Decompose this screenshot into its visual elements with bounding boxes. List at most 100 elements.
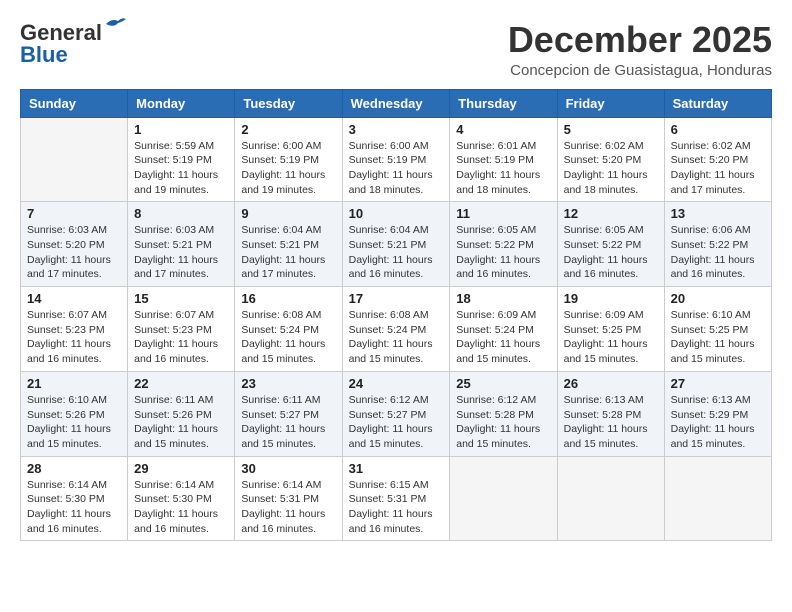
header-thursday: Thursday <box>450 89 557 117</box>
calendar-cell: 29 Sunrise: 6:14 AMSunset: 5:30 PMDayligh… <box>128 456 235 541</box>
day-info: Sunrise: 6:13 AMSunset: 5:29 PMDaylight:… <box>671 393 765 452</box>
day-number: 15 <box>134 291 228 306</box>
calendar-week-row-5: 28 Sunrise: 6:14 AMSunset: 5:30 PMDayligh… <box>21 456 772 541</box>
day-number: 4 <box>456 122 550 137</box>
calendar-cell: 8 Sunrise: 6:03 AMSunset: 5:21 PMDaylight… <box>128 202 235 287</box>
day-info: Sunrise: 6:13 AMSunset: 5:28 PMDaylight:… <box>564 393 658 452</box>
calendar-cell: 17Sunrise: 6:08 AMSunset: 5:24 PMDayligh… <box>342 287 450 372</box>
day-number: 7 <box>27 206 121 221</box>
calendar-cell: 28 Sunrise: 6:14 AMSunset: 5:30 PMDayligh… <box>21 456 128 541</box>
calendar-cell: 31 Sunrise: 6:15 AMSunset: 5:31 PMDayligh… <box>342 456 450 541</box>
day-number: 26 <box>564 376 658 391</box>
day-number: 14 <box>27 291 121 306</box>
day-info: Sunrise: 6:08 AMSunset: 5:24 PMDaylight:… <box>349 308 444 367</box>
day-number: 3 <box>349 122 444 137</box>
calendar-cell: 23 Sunrise: 6:11 AMSunset: 5:27 PMDayligh… <box>235 371 342 456</box>
day-info: Sunrise: 6:04 AMSunset: 5:21 PMDaylight:… <box>241 223 335 282</box>
day-number: 8 <box>134 206 228 221</box>
calendar-cell: 20 Sunrise: 6:10 AMSunset: 5:25 PMDayligh… <box>664 287 771 372</box>
header-friday: Friday <box>557 89 664 117</box>
calendar-cell: 24 Sunrise: 6:12 AMSunset: 5:27 PMDayligh… <box>342 371 450 456</box>
calendar-week-row-1: 1 Sunrise: 5:59 AMSunset: 5:19 PMDaylight… <box>21 117 772 202</box>
day-number: 29 <box>134 461 228 476</box>
day-info: Sunrise: 5:59 AMSunset: 5:19 PMDaylight:… <box>134 139 228 198</box>
day-number: 1 <box>134 122 228 137</box>
logo: General Blue <box>20 20 102 68</box>
day-info: Sunrise: 6:05 AMSunset: 5:22 PMDaylight:… <box>456 223 550 282</box>
day-info: Sunrise: 6:14 AMSunset: 5:30 PMDaylight:… <box>27 478 121 537</box>
day-info: Sunrise: 6:07 AMSunset: 5:23 PMDaylight:… <box>134 308 228 367</box>
calendar-cell: 14 Sunrise: 6:07 AMSunset: 5:23 PMDayligh… <box>21 287 128 372</box>
calendar-cell: 7 Sunrise: 6:03 AMSunset: 5:20 PMDaylight… <box>21 202 128 287</box>
location: Concepcion de Guasistagua, Honduras <box>508 62 772 79</box>
day-info: Sunrise: 6:09 AMSunset: 5:24 PMDaylight:… <box>456 308 550 367</box>
day-info: Sunrise: 6:02 AMSunset: 5:20 PMDaylight:… <box>671 139 765 198</box>
day-info: Sunrise: 6:06 AMSunset: 5:22 PMDaylight:… <box>671 223 765 282</box>
day-info: Sunrise: 6:03 AMSunset: 5:20 PMDaylight:… <box>27 223 121 282</box>
day-info: Sunrise: 6:15 AMSunset: 5:31 PMDaylight:… <box>349 478 444 537</box>
day-number: 12 <box>564 206 658 221</box>
day-info: Sunrise: 6:03 AMSunset: 5:21 PMDaylight:… <box>134 223 228 282</box>
day-number: 22 <box>134 376 228 391</box>
calendar-cell <box>450 456 557 541</box>
day-number: 2 <box>241 122 335 137</box>
calendar-cell: 21Sunrise: 6:10 AMSunset: 5:26 PMDayligh… <box>21 371 128 456</box>
day-number: 31 <box>349 461 444 476</box>
day-number: 21 <box>27 376 121 391</box>
calendar-cell: 25Sunrise: 6:12 AMSunset: 5:28 PMDayligh… <box>450 371 557 456</box>
day-info: Sunrise: 6:11 AMSunset: 5:26 PMDaylight:… <box>134 393 228 452</box>
calendar-cell: 3 Sunrise: 6:00 AMSunset: 5:19 PMDaylight… <box>342 117 450 202</box>
calendar-cell <box>557 456 664 541</box>
day-number: 20 <box>671 291 765 306</box>
day-info: Sunrise: 6:00 AMSunset: 5:19 PMDaylight:… <box>241 139 335 198</box>
calendar-cell <box>21 117 128 202</box>
calendar-cell: 18Sunrise: 6:09 AMSunset: 5:24 PMDayligh… <box>450 287 557 372</box>
calendar-cell: 1 Sunrise: 5:59 AMSunset: 5:19 PMDaylight… <box>128 117 235 202</box>
day-info: Sunrise: 6:12 AMSunset: 5:27 PMDaylight:… <box>349 393 444 452</box>
header-tuesday: Tuesday <box>235 89 342 117</box>
calendar-cell: 5 Sunrise: 6:02 AMSunset: 5:20 PMDaylight… <box>557 117 664 202</box>
day-info: Sunrise: 6:11 AMSunset: 5:27 PMDaylight:… <box>241 393 335 452</box>
day-info: Sunrise: 6:10 AMSunset: 5:25 PMDaylight:… <box>671 308 765 367</box>
calendar-cell: 22 Sunrise: 6:11 AMSunset: 5:26 PMDayligh… <box>128 371 235 456</box>
calendar-week-row-2: 7 Sunrise: 6:03 AMSunset: 5:20 PMDaylight… <box>21 202 772 287</box>
day-info: Sunrise: 6:04 AMSunset: 5:21 PMDaylight:… <box>349 223 444 282</box>
calendar-cell: 13Sunrise: 6:06 AMSunset: 5:22 PMDayligh… <box>664 202 771 287</box>
calendar-cell: 15 Sunrise: 6:07 AMSunset: 5:23 PMDayligh… <box>128 287 235 372</box>
day-info: Sunrise: 6:14 AMSunset: 5:31 PMDaylight:… <box>241 478 335 537</box>
bird-icon <box>104 16 126 32</box>
header-monday: Monday <box>128 89 235 117</box>
calendar-cell: 2 Sunrise: 6:00 AMSunset: 5:19 PMDaylight… <box>235 117 342 202</box>
day-number: 5 <box>564 122 658 137</box>
calendar-cell: 6 Sunrise: 6:02 AMSunset: 5:20 PMDaylight… <box>664 117 771 202</box>
day-info: Sunrise: 6:07 AMSunset: 5:23 PMDaylight:… <box>27 308 121 367</box>
day-number: 25 <box>456 376 550 391</box>
day-number: 28 <box>27 461 121 476</box>
calendar-cell <box>664 456 771 541</box>
calendar-week-row-4: 21Sunrise: 6:10 AMSunset: 5:26 PMDayligh… <box>21 371 772 456</box>
calendar-cell: 19 Sunrise: 6:09 AMSunset: 5:25 PMDayligh… <box>557 287 664 372</box>
calendar-cell: 9 Sunrise: 6:04 AMSunset: 5:21 PMDaylight… <box>235 202 342 287</box>
day-number: 24 <box>349 376 444 391</box>
calendar-cell: 16Sunrise: 6:08 AMSunset: 5:24 PMDayligh… <box>235 287 342 372</box>
calendar-table: Sunday Monday Tuesday Wednesday Thursday… <box>20 89 772 542</box>
day-number: 9 <box>241 206 335 221</box>
day-number: 6 <box>671 122 765 137</box>
day-number: 27 <box>671 376 765 391</box>
day-number: 19 <box>564 291 658 306</box>
calendar-cell: 10 Sunrise: 6:04 AMSunset: 5:21 PMDayligh… <box>342 202 450 287</box>
day-info: Sunrise: 6:00 AMSunset: 5:19 PMDaylight:… <box>349 139 444 198</box>
weekday-header-row: Sunday Monday Tuesday Wednesday Thursday… <box>21 89 772 117</box>
title-area: December 2025 Concepcion de Guasistagua,… <box>508 20 772 79</box>
day-number: 11 <box>456 206 550 221</box>
day-number: 23 <box>241 376 335 391</box>
header-sunday: Sunday <box>21 89 128 117</box>
day-info: Sunrise: 6:14 AMSunset: 5:30 PMDaylight:… <box>134 478 228 537</box>
day-number: 30 <box>241 461 335 476</box>
calendar-cell: 27 Sunrise: 6:13 AMSunset: 5:29 PMDayligh… <box>664 371 771 456</box>
day-info: Sunrise: 6:09 AMSunset: 5:25 PMDaylight:… <box>564 308 658 367</box>
day-number: 10 <box>349 206 444 221</box>
day-info: Sunrise: 6:02 AMSunset: 5:20 PMDaylight:… <box>564 139 658 198</box>
calendar-cell: 26 Sunrise: 6:13 AMSunset: 5:28 PMDayligh… <box>557 371 664 456</box>
day-info: Sunrise: 6:01 AMSunset: 5:19 PMDaylight:… <box>456 139 550 198</box>
